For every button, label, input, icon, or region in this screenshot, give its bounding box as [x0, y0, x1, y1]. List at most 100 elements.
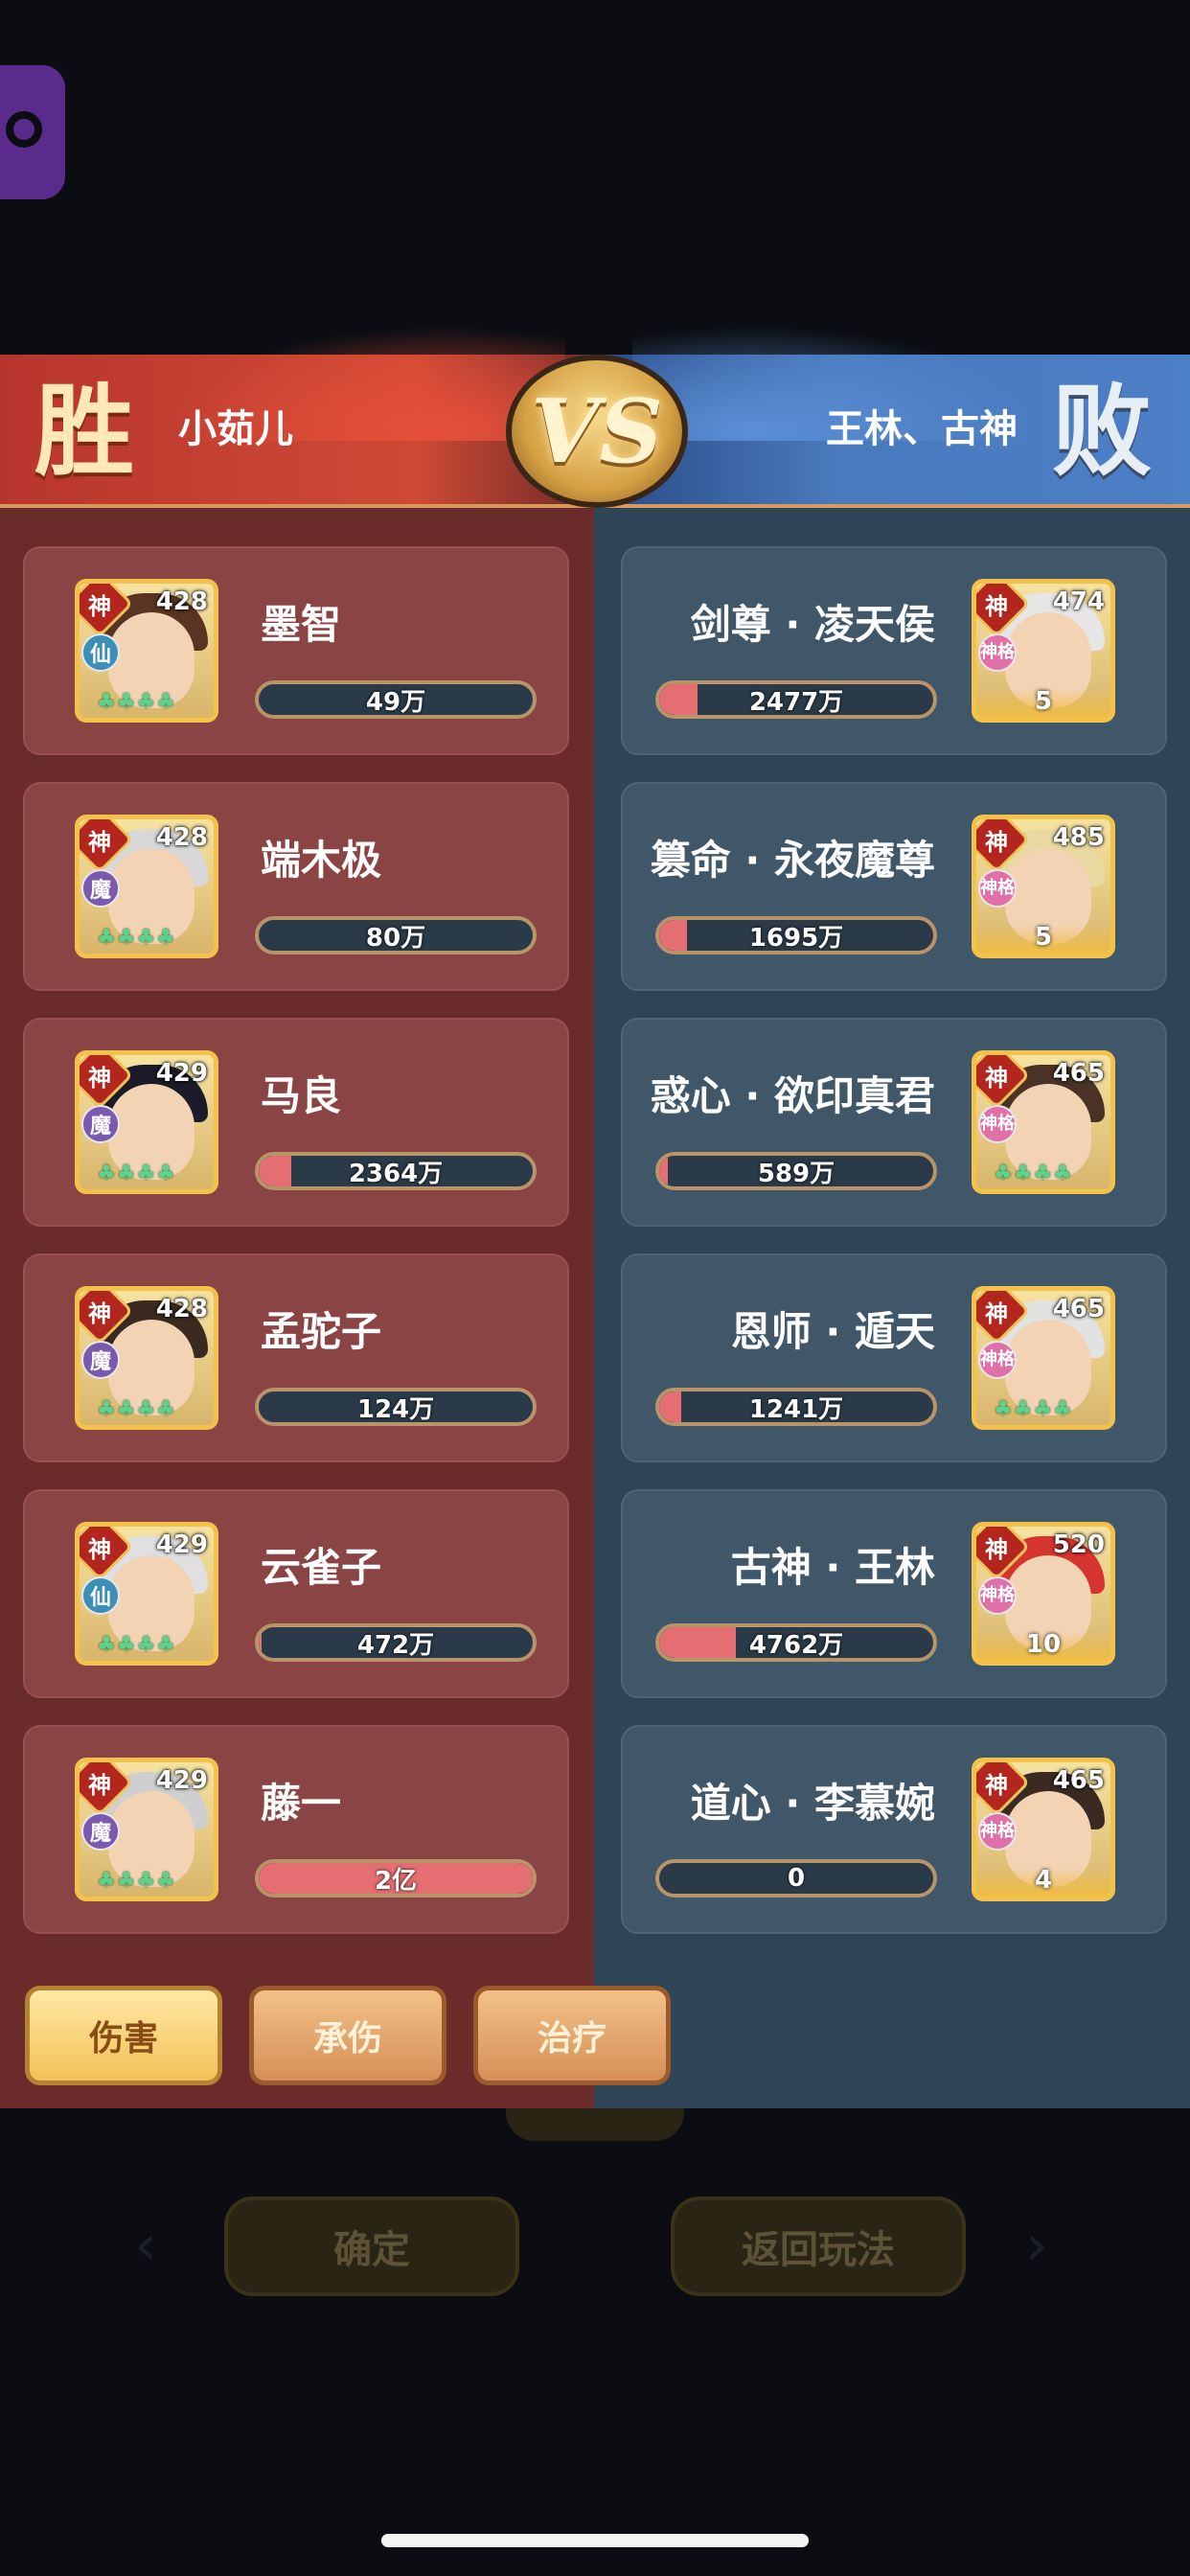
hero-card[interactable]: 神魔 428 ♣♣♣♣ 端木极 80万: [23, 782, 569, 991]
class-badge: 神格: [978, 633, 1017, 672]
leaf-star-icon: ♣♣♣♣: [97, 1869, 176, 1893]
defeat-label: 败: [1052, 372, 1153, 490]
back-to-mode-button[interactable]: 返回玩法: [671, 2196, 966, 2296]
hero-portrait[interactable]: 神魔 428 ♣♣♣♣: [75, 1286, 218, 1430]
confirm-button[interactable]: 确定: [224, 2196, 519, 2296]
hero-name: 云雀子: [261, 1544, 382, 1591]
tab-healing[interactable]: 治疗: [473, 1986, 671, 2085]
god-rank-label: 神: [88, 1064, 111, 1092]
hero-level: 465: [1052, 1295, 1105, 1323]
god-rank-label: 神: [985, 1771, 1008, 1799]
stat-value: 2亿: [374, 1866, 418, 1896]
hero-name: 道心 · 李慕婉: [690, 1780, 935, 1827]
stat-value: 4762万: [748, 1630, 844, 1660]
tab-damage-taken[interactable]: 承伤: [249, 1986, 446, 2085]
god-rank-label: 神: [985, 592, 1008, 620]
hero-card[interactable]: 神神格 474 5 剑尊 · 凌天侯 2477万: [621, 546, 1167, 755]
hero-advance-rank: 4: [1034, 1866, 1053, 1895]
stat-value: 472万: [356, 1630, 435, 1660]
leaf-star-icon: ♣♣♣♣: [97, 1162, 176, 1185]
versus-header: 胜 小茹儿 王林、古神 败 VS: [0, 326, 1190, 508]
chevron-left-icon: ‹: [134, 2212, 157, 2279]
gamepad-icon: [6, 111, 42, 148]
leaf-star-icon: ♣♣♣♣: [97, 926, 176, 950]
hero-level: 429: [155, 1766, 208, 1795]
side-menu-tab[interactable]: [0, 65, 65, 199]
hero-portrait[interactable]: 神仙 429 ♣♣♣♣: [75, 1522, 218, 1666]
hero-advance-rank: 10: [1025, 1630, 1062, 1659]
hero-portrait[interactable]: 神魔 429 ♣♣♣♣: [75, 1050, 218, 1194]
hero-card[interactable]: 神魔 428 ♣♣♣♣ 孟驼子 124万: [23, 1254, 569, 1462]
leaf-star-icon: ♣♣♣♣: [97, 690, 176, 714]
hero-portrait[interactable]: 神神格 465 ♣♣♣♣: [972, 1286, 1115, 1430]
hero-level: 485: [1052, 823, 1105, 852]
hero-name: 墨智: [261, 601, 342, 648]
hero-name: 端木极: [261, 837, 382, 884]
battle-stats-panel: 胜 小茹儿 王林、古神 败 VS 神仙 428 ♣♣♣♣ 墨智 49万神魔 428 ♣♣♣♣…: [0, 326, 1190, 2108]
hero-level: 465: [1052, 1059, 1105, 1088]
hero-portrait[interactable]: 神神格 474 5: [972, 579, 1115, 723]
stat-value: 80万: [365, 923, 426, 953]
chevron-right-icon: ›: [1025, 2212, 1048, 2279]
hero-name: 篡命 · 永夜魔尊: [650, 837, 935, 884]
victory-label: 胜: [34, 372, 135, 490]
stat-bar: 2亿: [255, 1859, 537, 1898]
stat-value: 1695万: [748, 923, 844, 953]
god-rank-label: 神: [88, 1535, 111, 1563]
hero-card[interactable]: 神神格 465 ♣♣♣♣ 惑心 · 欲印真君 589万: [621, 1018, 1167, 1227]
stat-value: 1241万: [748, 1394, 844, 1424]
hero-portrait[interactable]: 神魔 429 ♣♣♣♣: [75, 1758, 218, 1901]
hero-level: 429: [155, 1059, 208, 1088]
hero-level: 428: [155, 587, 208, 616]
hero-card[interactable]: 神魔 429 ♣♣♣♣ 马良 2364万: [23, 1018, 569, 1227]
vs-emblem: VS: [506, 355, 688, 508]
class-badge: 魔: [81, 1105, 120, 1143]
stat-value: 124万: [356, 1394, 435, 1424]
hero-level: 428: [155, 1295, 208, 1323]
hero-level: 429: [155, 1530, 208, 1559]
stat-bar: 4762万: [655, 1623, 937, 1662]
home-indicator: [381, 2534, 809, 2547]
hero-advance-rank: 5: [1034, 923, 1053, 952]
stat-bar: 1695万: [655, 916, 937, 954]
stat-value: 49万: [365, 687, 426, 717]
class-badge: 神格: [978, 1105, 1017, 1143]
hero-name: 藤一: [261, 1780, 342, 1827]
hero-name: 马良: [261, 1072, 342, 1119]
hero-portrait[interactable]: 神魔 428 ♣♣♣♣: [75, 815, 218, 958]
leaf-star-icon: ♣♣♣♣: [994, 1162, 1073, 1185]
hero-level: 428: [155, 823, 208, 852]
hero-card[interactable]: 神神格 465 4 道心 · 李慕婉 0: [621, 1725, 1167, 1934]
stat-bar: 80万: [255, 916, 537, 954]
hero-name: 孟驼子: [261, 1308, 382, 1355]
god-rank-label: 神: [88, 1300, 111, 1327]
stat-bar: 589万: [655, 1152, 937, 1190]
god-rank-label: 神: [985, 1535, 1008, 1563]
hero-card[interactable]: 神神格 465 ♣♣♣♣ 恩师 · 遁天 1241万: [621, 1254, 1167, 1462]
leaf-star-icon: ♣♣♣♣: [97, 1633, 176, 1657]
hero-portrait[interactable]: 神仙 428 ♣♣♣♣: [75, 579, 218, 723]
hero-name: 恩师 · 遁天: [730, 1308, 935, 1355]
stat-bar: 124万: [255, 1388, 537, 1426]
hero-card[interactable]: 神魔 429 ♣♣♣♣ 藤一 2亿: [23, 1725, 569, 1934]
class-badge: 神格: [978, 869, 1017, 908]
hero-card[interactable]: 神仙 429 ♣♣♣♣ 云雀子 472万: [23, 1489, 569, 1698]
class-badge: 魔: [81, 869, 120, 908]
hero-portrait[interactable]: 神神格 485 5: [972, 815, 1115, 958]
class-badge: 神格: [978, 1341, 1017, 1379]
hero-portrait[interactable]: 神神格 520 10: [972, 1522, 1115, 1666]
stat-bar: 49万: [255, 680, 537, 719]
stat-bar: 1241万: [655, 1388, 937, 1426]
hero-card[interactable]: 神神格 520 10 古神 · 王林 4762万: [621, 1489, 1167, 1698]
stat-value: 2477万: [748, 687, 844, 717]
hero-card[interactable]: 神仙 428 ♣♣♣♣ 墨智 49万: [23, 546, 569, 755]
leaf-star-icon: ♣♣♣♣: [994, 1397, 1073, 1421]
hero-portrait[interactable]: 神神格 465 ♣♣♣♣: [972, 1050, 1115, 1194]
class-badge: 魔: [81, 1341, 120, 1379]
tab-damage[interactable]: 伤害: [25, 1986, 222, 2085]
hero-name: 惑心 · 欲印真君: [650, 1072, 935, 1119]
hero-portrait[interactable]: 神神格 465 4: [972, 1758, 1115, 1901]
stat-bar: 2364万: [255, 1152, 537, 1190]
class-badge: 仙: [81, 1576, 120, 1615]
hero-card[interactable]: 神神格 485 5 篡命 · 永夜魔尊 1695万: [621, 782, 1167, 991]
